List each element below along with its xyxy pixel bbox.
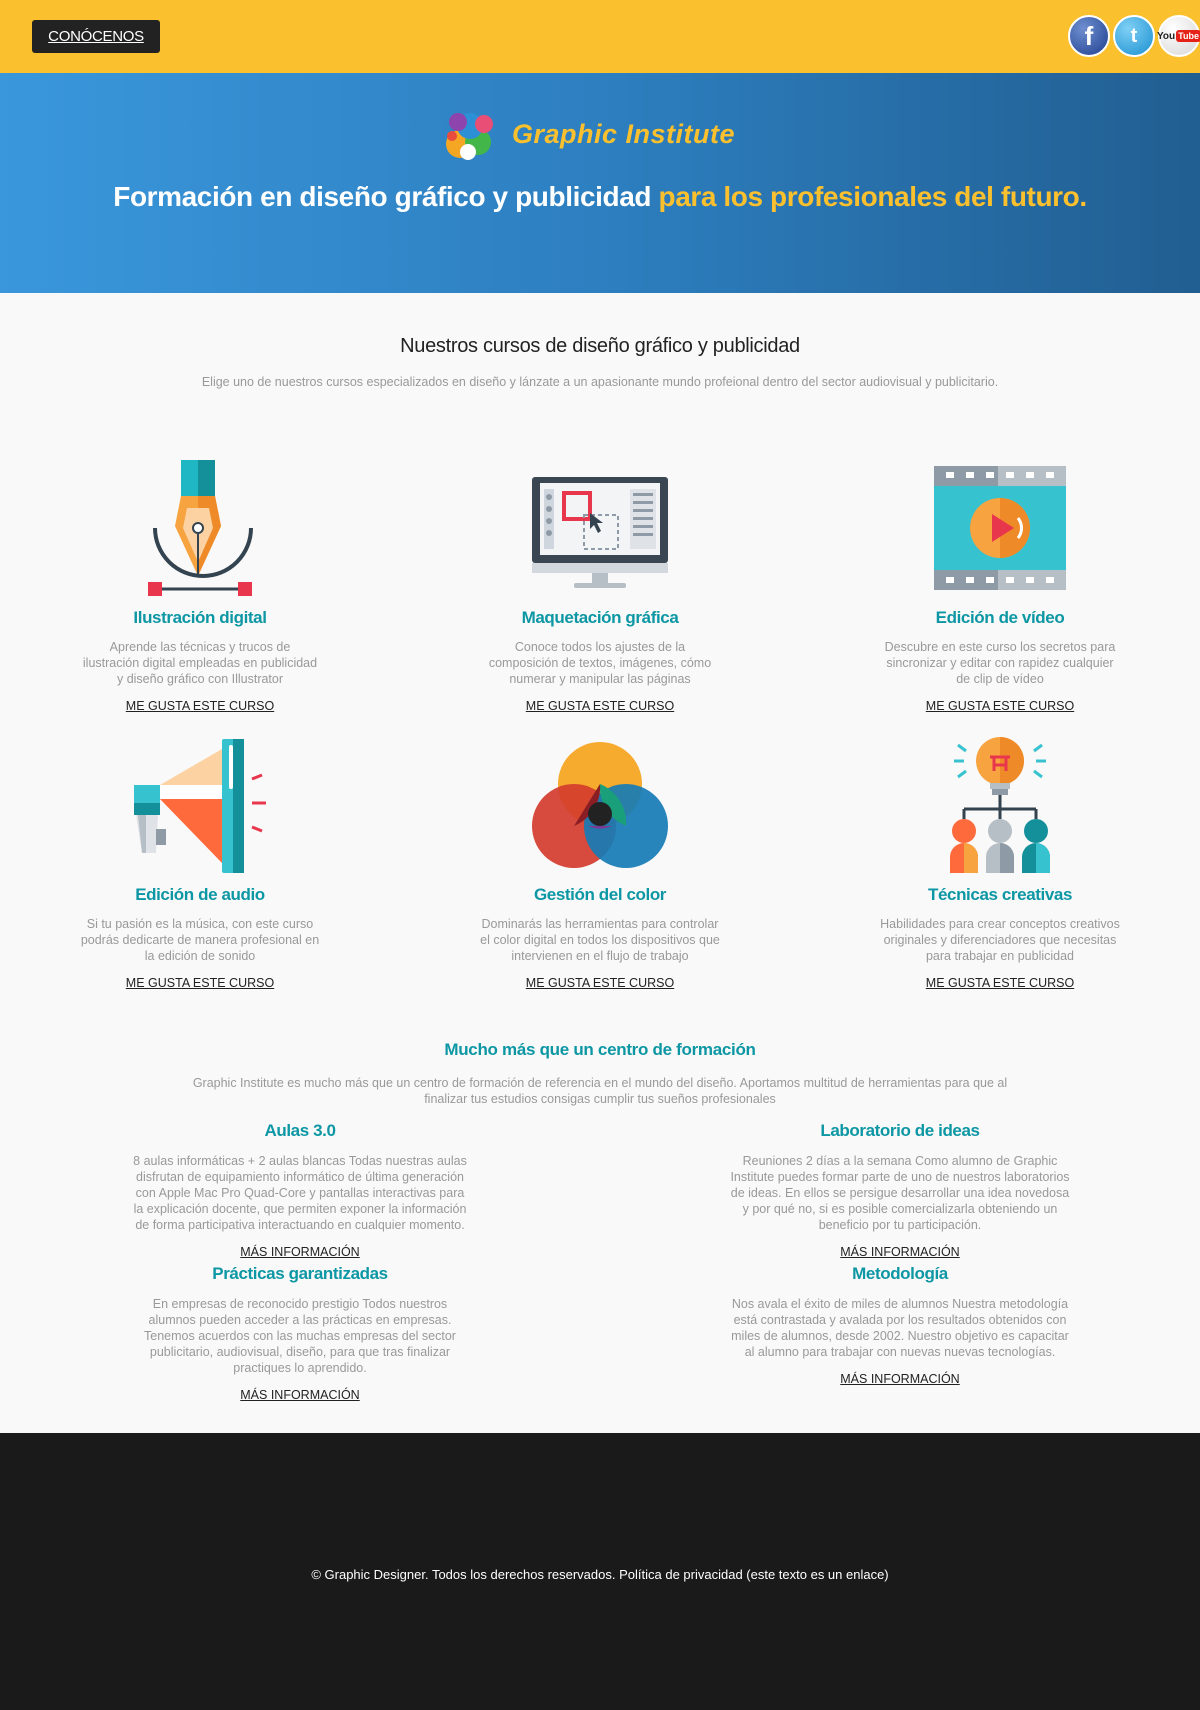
course-like-link[interactable]: ME GUSTA ESTE CURSO	[926, 976, 1074, 990]
hero-title: Formación en diseño gráfico y publicidad…	[0, 181, 1200, 213]
more-section-title: Mucho más que un centro de formación	[444, 1040, 756, 1059]
course-title: Edición de audio	[135, 885, 265, 904]
course-card: Técnicas creativas Habilidades para crea…	[880, 732, 1120, 992]
conocenos-button[interactable]: CONÓCENOS	[32, 20, 160, 53]
hero-title-part1: Formación en diseño gráfico y publicidad	[113, 181, 652, 212]
footer-copyright-link[interactable]: © Graphic Designer. Todos los derechos r…	[0, 1567, 1200, 1582]
courses-section-subtitle: Elige uno de nuestros cursos especializa…	[201, 375, 999, 389]
course-like-link[interactable]: ME GUSTA ESTE CURSO	[926, 699, 1074, 713]
course-description: Descubre en este curso los secretos para…	[884, 640, 1116, 686]
facebook-icon[interactable]: f	[1068, 15, 1110, 57]
course-title: Ilustración digital	[133, 608, 267, 627]
course-title: Gestión del color	[533, 885, 667, 904]
footer: © Graphic Designer. Todos los derechos r…	[0, 1433, 1200, 1710]
hero-title-highlight: para los profesionales del futuro.	[658, 181, 1088, 212]
courses-section-title: Nuestros cursos de diseño gráfico y publ…	[400, 335, 800, 357]
feature-title: Aulas 3.0	[264, 1121, 336, 1140]
feature-description: Nos avala el éxito de miles de alumnos N…	[731, 1297, 1069, 1359]
feature-card: Metodología Nos avala el éxito de miles …	[730, 1263, 1070, 1388]
more-info-link[interactable]: MÁS INFORMACIÓN	[240, 1388, 359, 1402]
brand-logo: Graphic Institute	[440, 106, 735, 162]
twitter-icon[interactable]: t	[1113, 15, 1155, 57]
feature-card: Aulas 3.0 8 aulas informáticas + 2 aulas…	[130, 1120, 470, 1261]
feature-title: Laboratorio de ideas	[820, 1121, 980, 1140]
feature-card: Prácticas garantizadas En empresas de re…	[130, 1263, 470, 1404]
course-card: Maquetación gráfica Conoce todos los aju…	[480, 455, 720, 715]
course-title: Maquetación gráfica	[521, 608, 679, 627]
youtube-you-text: You	[1157, 30, 1176, 42]
course-card: Ilustración digital Aprende las técnicas…	[80, 455, 320, 715]
youtube-icon[interactable]: You Tube	[1157, 15, 1200, 57]
course-description: Si tu pasión es la música, con este curs…	[80, 917, 320, 963]
feature-description: En empresas de reconocido prestigio Todo…	[144, 1297, 456, 1375]
video-film-icon	[880, 455, 1120, 601]
more-info-link[interactable]: MÁS INFORMACIÓN	[240, 1245, 359, 1259]
feature-title: Prácticas garantizadas	[212, 1264, 388, 1283]
color-circles-icon	[480, 732, 720, 878]
lightbulb-team-icon	[880, 732, 1120, 878]
more-info-link[interactable]: MÁS INFORMACIÓN	[840, 1372, 959, 1386]
course-title: Edición de vídeo	[935, 608, 1065, 627]
feature-card: Laboratorio de ideas Reuniones 2 días a …	[730, 1120, 1070, 1261]
course-card: Gestión del color Dominarás las herramie…	[480, 732, 720, 992]
top-bar: CONÓCENOS f t You Tube	[0, 0, 1200, 73]
hero-banner: Graphic Institute Formación en diseño gr…	[0, 73, 1200, 293]
course-like-link[interactable]: ME GUSTA ESTE CURSO	[526, 976, 674, 990]
course-card: Edición de audio Si tu pasión es la músi…	[80, 732, 320, 992]
course-description: Aprende las técnicas y trucos de ilustra…	[82, 640, 318, 686]
graphic-institute-logo-icon	[446, 113, 493, 160]
course-like-link[interactable]: ME GUSTA ESTE CURSO	[126, 976, 274, 990]
megaphone-icon	[80, 732, 320, 878]
youtube-logo: You Tube	[1157, 30, 1200, 42]
course-like-link[interactable]: ME GUSTA ESTE CURSO	[126, 699, 274, 713]
course-description: Dominarás las herramientas para controla…	[480, 917, 720, 963]
feature-description: 8 aulas informáticas + 2 aulas blancas T…	[133, 1154, 467, 1232]
feature-description: Reuniones 2 días a la semana Como alumno…	[730, 1154, 1070, 1232]
brand-name: Graphic Institute	[512, 118, 736, 149]
monitor-layout-icon	[480, 455, 720, 601]
pen-tool-icon	[80, 455, 320, 601]
course-description: Conoce todos los ajustes de la composici…	[488, 640, 712, 686]
youtube-tube-text: Tube	[1176, 30, 1200, 42]
course-card: Edición de vídeo Descubre en este curso …	[880, 455, 1120, 715]
more-section-description: Graphic Institute es mucho más que un ce…	[192, 1076, 1008, 1106]
more-info-link[interactable]: MÁS INFORMACIÓN	[840, 1245, 959, 1259]
course-description: Habilidades para crear conceptos creativ…	[880, 917, 1120, 963]
course-title: Técnicas creativas	[927, 885, 1072, 904]
course-like-link[interactable]: ME GUSTA ESTE CURSO	[526, 699, 674, 713]
feature-title: Metodología	[852, 1264, 948, 1283]
